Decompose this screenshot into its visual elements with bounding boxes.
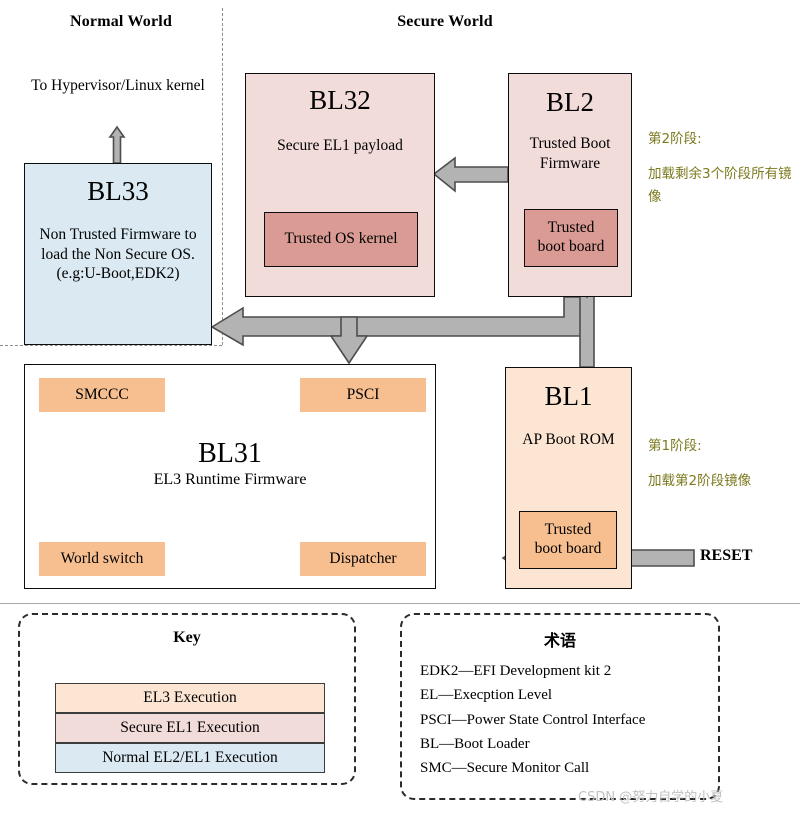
arrow-bl2-to-bl33 [210, 296, 584, 347]
bl32-title: BL32 [309, 85, 371, 115]
block-bl31[interactable]: SMCCC PSCI BL31 EL3 Runtime Firmware Wor… [24, 364, 436, 589]
block-bl2[interactable]: BL2 Trusted Boot Firmware Trusted boot b… [508, 73, 632, 297]
glossary-entry-bl: BL—Boot Loader [420, 735, 530, 752]
glossary-title: 术语 [543, 631, 576, 650]
bl32-trusted-os-kernel[interactable]: Trusted OS kernel [264, 212, 418, 267]
bl1-inner-line2: boot board [534, 540, 602, 557]
key-title: Key [173, 629, 201, 646]
glossary-entry-psci: PSCI—Power State Control Interface [420, 711, 646, 728]
stage1-note: 第1阶段: 加载第2阶段镜像 [648, 435, 798, 493]
glossary-list: EDK2—EFI Development kit 2 EL—Execption … [420, 659, 720, 780]
bl31-chip-world-switch[interactable]: World switch [39, 542, 165, 576]
secure-world-title: Secure World [397, 13, 493, 30]
world-divider-horizontal [0, 345, 222, 346]
key-panel: Key EL3 Execution Secure EL1 Execution N… [18, 613, 356, 785]
bl31-chip-dispatcher[interactable]: Dispatcher [300, 542, 426, 576]
bl2-inner-line1: Trusted [547, 219, 595, 237]
bl31-subtitle: EL3 Runtime Firmware [153, 471, 307, 489]
bl1-trusted-boot-board[interactable]: Trusted boot board [519, 511, 617, 569]
glossary-panel: 术语 EDK2—EFI Development kit 2 EL—Execpti… [400, 613, 720, 800]
bl1-inner-line1: Trusted [544, 521, 592, 539]
arrow-to-bl31 [329, 316, 369, 365]
glossary-entry-smc: SMC—Secure Monitor Call [420, 760, 590, 777]
stage2-body: 加载剩余3个阶段所有镜像 [648, 165, 792, 205]
block-bl1[interactable]: BL1 AP Boot ROM Trusted boot board [505, 367, 632, 589]
glossary-entry-edk2: EDK2—EFI Development kit 2 [420, 663, 612, 679]
arrow-bl33-to-hypervisor [108, 125, 126, 164]
key-row-secure-el1: Secure EL1 Execution [55, 713, 325, 743]
bl33-subtitle: Non Trusted Firmware to load the Non Sec… [39, 226, 197, 283]
reset-label: RESET [700, 547, 753, 564]
watermark: CSDN @努力自学的小夏 [578, 790, 724, 805]
block-bl33[interactable]: BL33 Non Trusted Firmware to load the No… [24, 163, 212, 345]
arrow-bl2-to-bl32 [432, 156, 509, 193]
glossary-entry-el: EL—Execption Level [420, 687, 553, 704]
bl2-trusted-boot-board[interactable]: Trusted boot board [524, 209, 618, 267]
stage2-heading: 第2阶段: [648, 131, 702, 147]
bl1-title: BL1 [544, 381, 593, 411]
bl2-subtitle: Trusted Boot Firmware [529, 135, 611, 172]
stage1-heading: 第1阶段: [648, 438, 702, 454]
bl2-title: BL2 [545, 87, 594, 117]
bottom-divider [0, 603, 800, 604]
block-bl32[interactable]: BL32 Secure EL1 payload Trusted OS kerne… [245, 73, 435, 297]
stage2-note: 第2阶段: 加载剩余3个阶段所有镜像 [648, 128, 798, 209]
bl2-inner-line2: boot board [537, 238, 605, 255]
key-row-el3: EL3 Execution [55, 683, 325, 713]
normal-world-title: Normal World [69, 13, 173, 30]
bl33-title: BL33 [87, 176, 149, 206]
bl1-subtitle: AP Boot ROM [522, 431, 615, 449]
to-hypervisor-label: To Hypervisor/Linux kernel [31, 77, 205, 94]
bl31-chip-smccc[interactable]: SMCCC [39, 378, 165, 412]
bl31-chip-psci[interactable]: PSCI [300, 378, 426, 412]
world-divider-vertical [222, 8, 223, 345]
bl31-title: BL31 [198, 438, 262, 469]
key-row-normal-el2-el1: Normal EL2/EL1 Execution [55, 743, 325, 773]
bl32-subtitle: Secure EL1 payload [277, 137, 403, 155]
stage1-body: 加载第2阶段镜像 [648, 472, 752, 489]
